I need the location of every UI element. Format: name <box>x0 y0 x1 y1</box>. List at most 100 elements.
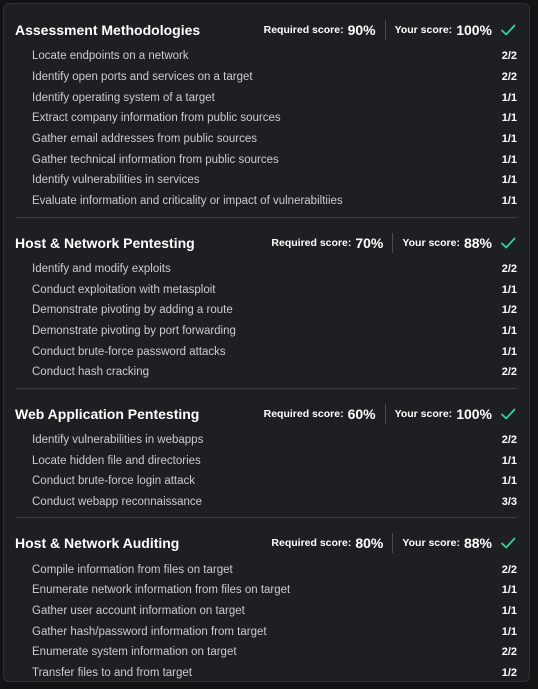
item-score: 1/1 <box>501 195 517 208</box>
your-score-label: Your score: <box>402 537 460 550</box>
item-score: 2/2 <box>501 433 517 446</box>
item-list: Identify and modify exploits 2/2 Conduct … <box>15 259 517 383</box>
your-score: Your score: 100% <box>395 22 492 38</box>
list-item: Identify vulnerabilities in services 1/1 <box>32 170 517 191</box>
list-item: Transfer files to and from target 1/2 <box>32 663 517 684</box>
required-score: Required score: 90% <box>264 22 376 38</box>
item-score: 1/1 <box>501 475 517 488</box>
list-item: Gather hash/password information from ta… <box>32 621 517 642</box>
score-divider <box>384 20 386 40</box>
item-score: 1/1 <box>501 625 517 638</box>
section-title: Host & Network Pentesting <box>15 234 195 251</box>
check-icon <box>499 21 517 39</box>
your-score-value: 100% <box>456 405 492 422</box>
list-item: Locate hidden file and directories 1/1 <box>32 450 517 471</box>
item-name: Locate hidden file and directories <box>32 454 201 467</box>
item-score: 1/1 <box>501 324 517 337</box>
item-name: Transfer files to and from target <box>32 667 193 680</box>
list-item: Enumerate network information from files… <box>32 580 517 601</box>
item-score: 1/1 <box>501 283 517 296</box>
item-name: Extract company information from public … <box>32 112 281 125</box>
item-score: 2/2 <box>501 71 517 84</box>
required-score: Required score: 70% <box>271 235 383 251</box>
your-score-value: 88% <box>463 234 492 251</box>
list-item: Enumerate system information on target 2/… <box>32 642 517 663</box>
your-score: Your score: 88% <box>402 235 492 251</box>
section-header: Host & Network Pentesting Required score… <box>15 227 517 259</box>
list-item: Identify open ports and services on a ta… <box>32 67 517 88</box>
item-name: Conduct hash cracking <box>32 366 149 379</box>
required-score: Required score: 60% <box>264 406 376 422</box>
list-item: Demonstrate pivoting by port forwarding 1… <box>32 321 517 342</box>
item-score: 1/1 <box>501 454 517 467</box>
list-item: Gather email addresses from public sourc… <box>32 129 517 150</box>
item-name: Conduct brute-force password attacks <box>32 345 226 358</box>
item-list: Compile information from files on target… <box>15 559 517 683</box>
list-item: Conduct webapp reconnaissance 3/3 <box>32 492 517 513</box>
item-name: Conduct webapp reconnaissance <box>32 496 203 509</box>
item-score: 2/2 <box>501 646 517 659</box>
item-name: Demonstrate pivoting by port forwarding <box>32 324 236 337</box>
required-score-value: 60% <box>347 405 376 422</box>
item-list: Identify vulnerabilities in webapps 2/2 L… <box>15 430 517 513</box>
item-score: 3/3 <box>501 496 517 509</box>
item-score: 2/2 <box>501 563 517 576</box>
your-score-value: 100% <box>456 22 492 38</box>
check-icon <box>499 405 517 423</box>
your-score-label: Your score: <box>394 24 453 36</box>
item-name: Enumerate network information from files… <box>32 584 291 597</box>
list-item: Conduct brute-force login attack 1/1 <box>32 471 517 492</box>
item-name: Enumerate system information on target <box>32 646 237 659</box>
item-name: Demonstrate pivoting by adding a route <box>32 304 233 317</box>
list-item: Conduct exploitation with metasploit 1/1 <box>32 279 517 300</box>
item-name: Locate endpoints on a network <box>32 50 189 63</box>
item-name: Gather user account information on targe… <box>32 605 245 618</box>
your-score: Your score: 88% <box>402 535 492 551</box>
item-name: Compile information from files on target <box>32 563 233 576</box>
score-divider <box>384 403 386 424</box>
required-score-value: 90% <box>347 22 376 38</box>
item-score: 2/2 <box>501 262 517 275</box>
section-title: Web Application Pentesting <box>15 405 200 422</box>
list-item: Demonstrate pivoting by adding a route 1/… <box>32 300 517 321</box>
required-score-label: Required score: <box>271 537 352 550</box>
score-divider <box>392 232 394 253</box>
section-header: Host & Network Auditing Required score: … <box>15 527 517 559</box>
your-score-label: Your score: <box>402 236 460 249</box>
required-score: Required score: 80% <box>271 535 383 551</box>
required-score-label: Required score: <box>271 236 352 249</box>
item-score: 1/1 <box>501 345 517 358</box>
list-item: Evaluate information and criticality or … <box>32 191 517 212</box>
results-panel: Assessment Methodologies Required score:… <box>3 3 530 682</box>
item-name: Identify operating system of a target <box>32 91 215 104</box>
your-score-label: Your score: <box>394 407 453 420</box>
section-host-network-pentesting: Host & Network Pentesting Required score… <box>15 227 517 389</box>
item-name: Identify vulnerabilities in services <box>32 174 200 187</box>
check-icon <box>499 234 517 252</box>
item-name: Identify vulnerabilities in webapps <box>32 433 204 446</box>
item-name: Identify open ports and services on a ta… <box>32 71 253 84</box>
item-score: 1/1 <box>501 605 517 618</box>
list-item: Identify and modify exploits 2/2 <box>32 259 517 280</box>
your-score: Your score: 100% <box>395 406 492 422</box>
list-item: Gather user account information on targe… <box>32 601 517 622</box>
required-score-value: 80% <box>355 535 384 552</box>
list-item: Locate endpoints on a network 2/2 <box>32 46 517 67</box>
item-name: Gather hash/password information from ta… <box>32 625 267 638</box>
item-score: 1/2 <box>501 667 517 680</box>
item-name: Gather email addresses from public sourc… <box>32 133 257 146</box>
section-web-application-pentesting: Web Application Pentesting Required scor… <box>15 398 517 519</box>
item-score: 1/1 <box>501 133 517 146</box>
item-score: 1/2 <box>501 304 517 317</box>
item-score: 1/1 <box>501 584 517 597</box>
list-item: Gather technical information from public… <box>32 149 517 170</box>
item-name: Evaluate information and criticality or … <box>32 195 343 208</box>
item-score: 1/1 <box>501 153 517 166</box>
required-score-label: Required score: <box>263 24 344 36</box>
item-name: Gather technical information from public… <box>32 153 279 166</box>
item-score: 1/1 <box>501 174 517 187</box>
item-score: 1/1 <box>501 91 517 104</box>
list-item: Extract company information from public … <box>32 108 517 129</box>
section-title: Assessment Methodologies <box>15 22 201 38</box>
item-score: 2/2 <box>501 50 517 63</box>
